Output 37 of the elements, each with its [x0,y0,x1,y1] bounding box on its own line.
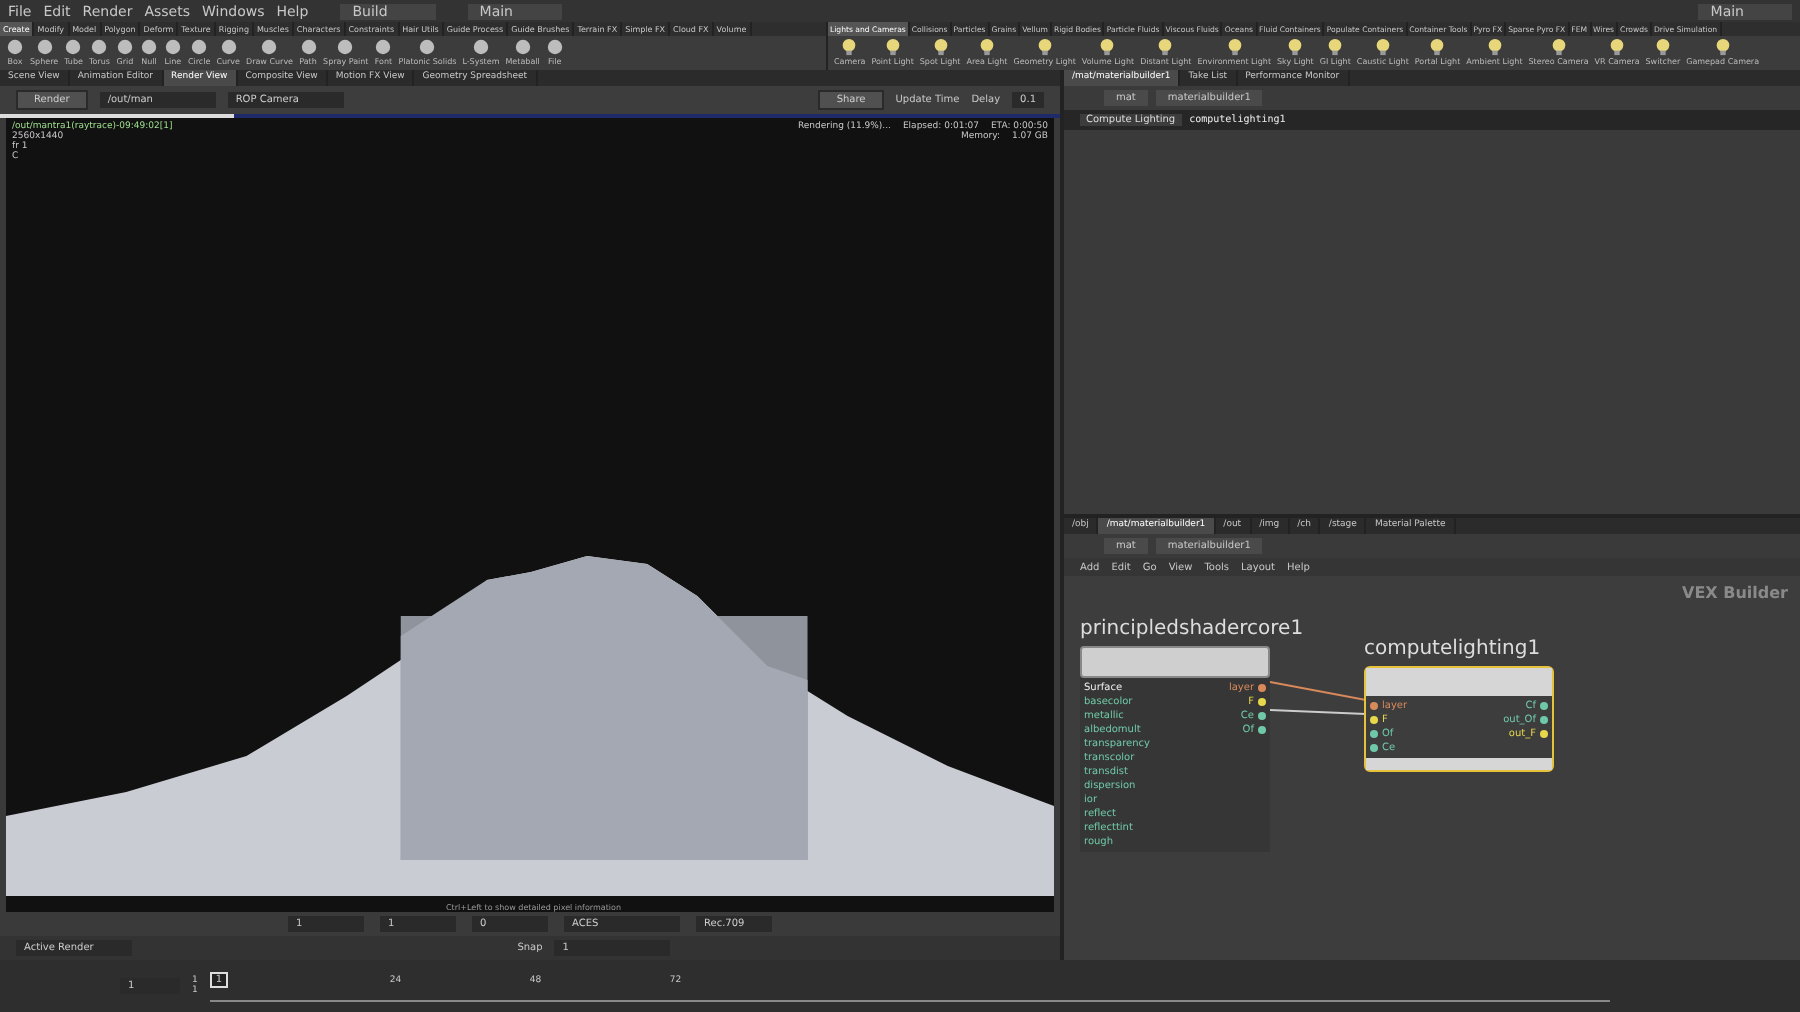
connection-wire [1270,681,1366,701]
connection-wire [1270,709,1366,715]
bulb-icon [1713,38,1732,56]
bulb-icon [1286,38,1305,56]
bulb-icon [1225,38,1244,56]
node-title: computelighting1 [1364,636,1541,662]
port-dot[interactable] [1370,730,1378,738]
port-dot[interactable] [1370,702,1378,710]
port-dot[interactable] [1540,730,1548,738]
bulb-icon [1098,38,1117,56]
bulb-icon [1035,38,1054,56]
node-header[interactable] [1080,646,1270,678]
bulb-icon [1485,38,1504,56]
node-title: principledshadercore1 [1080,616,1304,642]
port-dot[interactable] [1258,712,1266,720]
ball-icon [260,38,279,56]
bulb-icon [1608,38,1627,56]
port-dot[interactable] [1370,716,1378,724]
bulb-icon [931,38,950,56]
bulb-icon [1653,38,1672,56]
port-dot[interactable] [1258,726,1266,734]
ball-icon [418,38,437,56]
bulb-icon [1549,38,1568,56]
bulb-icon [977,38,996,56]
port-dot[interactable] [1540,702,1548,710]
bulb-icon [1373,38,1392,56]
port-dot[interactable] [1258,698,1266,706]
bulb-icon [883,38,902,56]
context-label: VEX Builder [1682,584,1788,602]
bulb-icon [840,38,859,56]
ball-icon [471,38,490,56]
bulb-icon [1428,38,1447,56]
bulb-icon [1156,38,1175,56]
port-dot[interactable] [1258,684,1266,692]
port-dot[interactable] [1370,744,1378,752]
bulb-icon [1326,38,1345,56]
port-dot[interactable] [1540,716,1548,724]
